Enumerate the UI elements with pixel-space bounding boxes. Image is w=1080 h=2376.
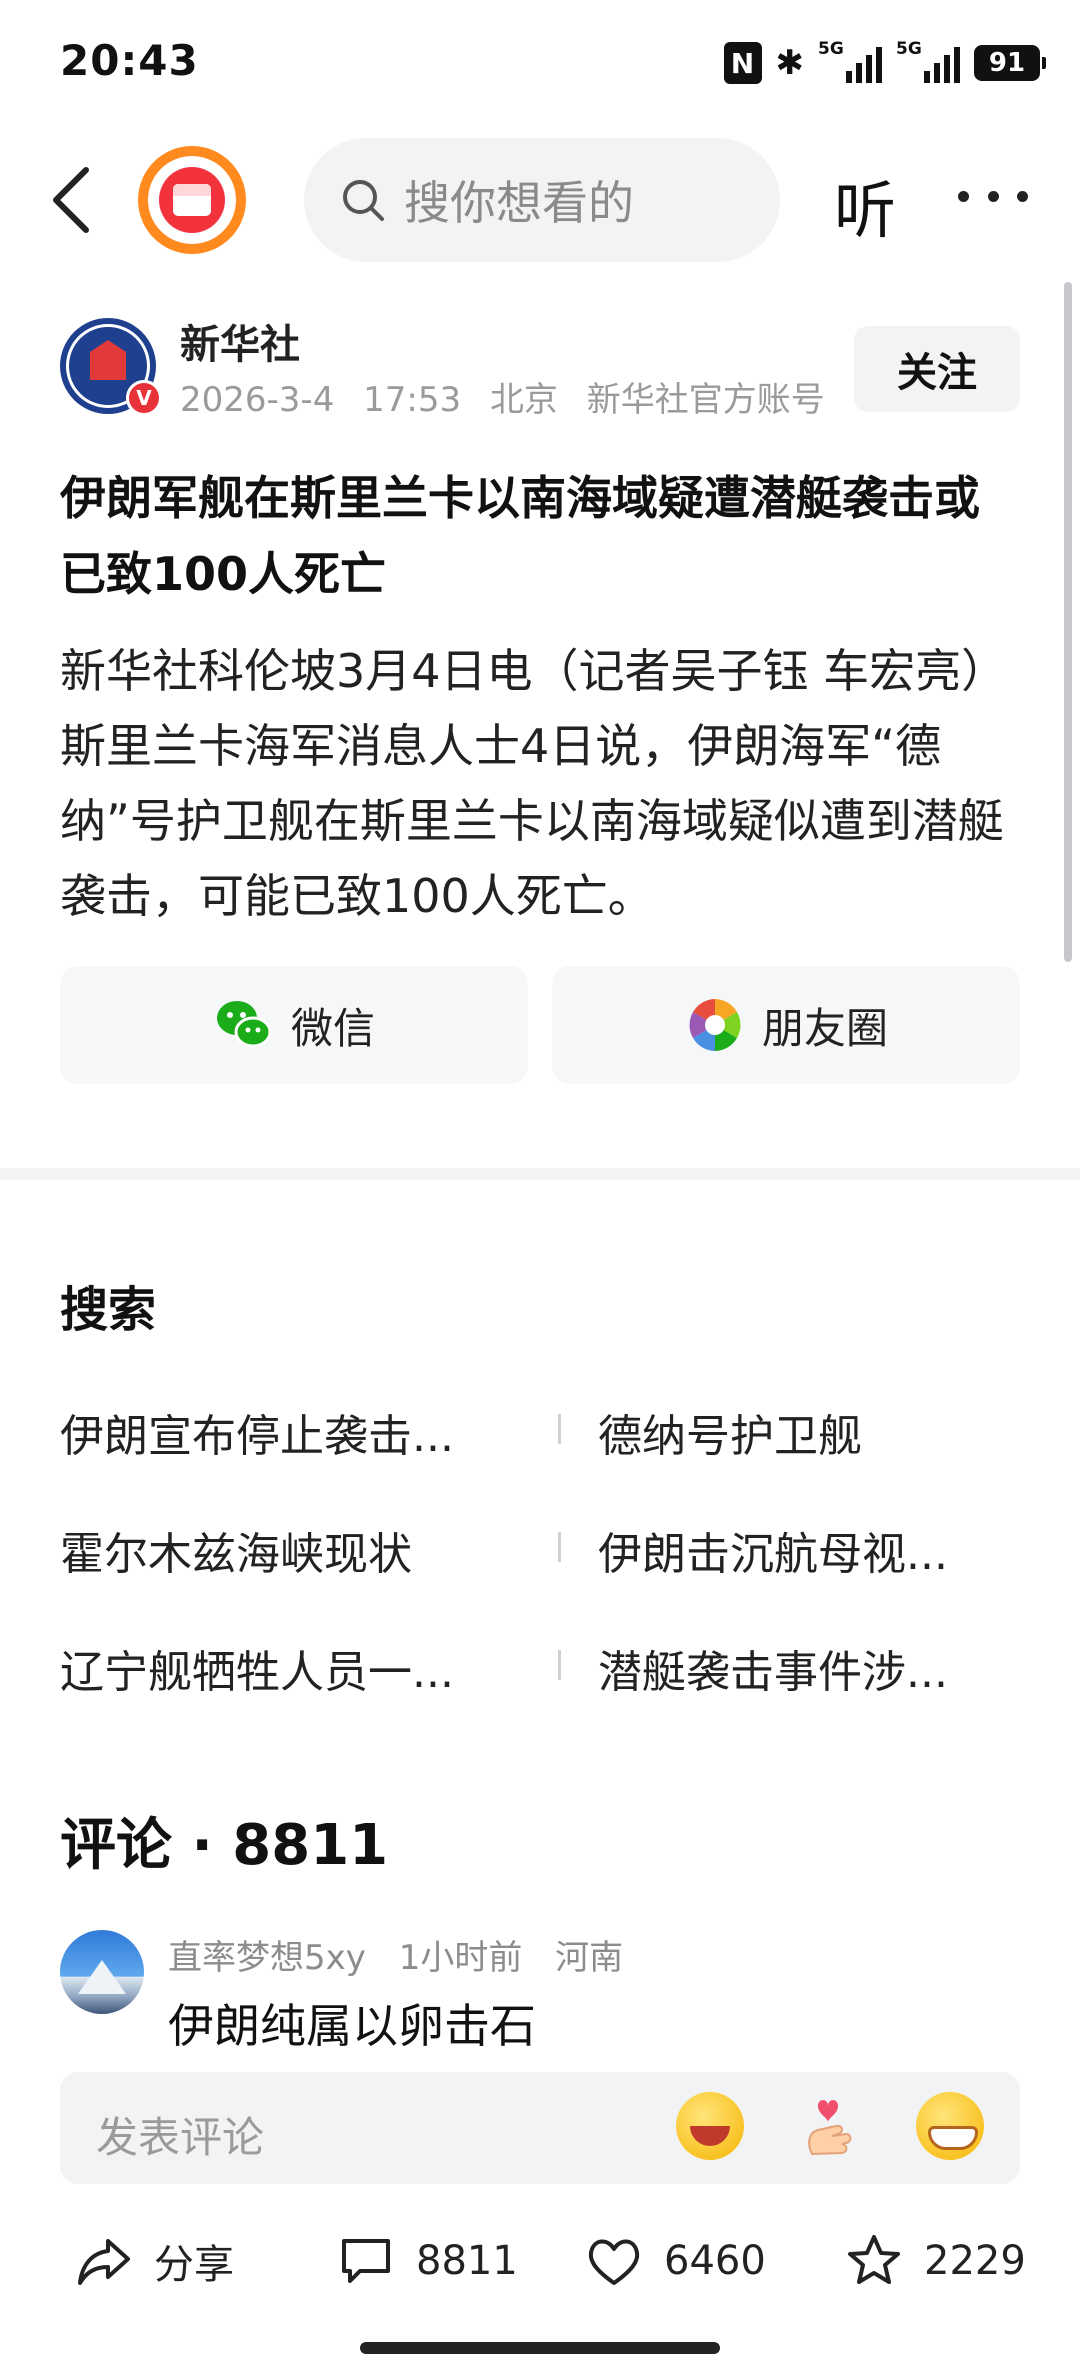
search-suggestion[interactable]: 伊朗宣布停止袭击... bbox=[60, 1400, 500, 1464]
wechat-icon bbox=[216, 1001, 272, 1048]
verified-badge: V bbox=[126, 380, 162, 416]
dot-icon bbox=[1017, 190, 1028, 202]
search-suggestion[interactable]: 霍尔木兹海峡现状 bbox=[60, 1518, 500, 1582]
top-nav: 搜你想看的 听 bbox=[0, 130, 1080, 270]
status-time: 20:43 bbox=[60, 36, 199, 85]
author-avatar[interactable]: V bbox=[60, 318, 162, 416]
author-meta: 2026-3-4 17:53 北京 新华社官方账号 bbox=[180, 372, 843, 421]
comment-input[interactable]: 发表评论 bbox=[60, 2072, 1020, 2184]
heart-icon bbox=[588, 2239, 640, 2285]
article-title: 伊朗军舰在斯里兰卡以南海域疑遭潜艇袭击或已致100人死亡 bbox=[60, 471, 980, 601]
like-button[interactable]: 6460 bbox=[584, 2226, 766, 2296]
search-section-title: 搜索 bbox=[60, 1282, 157, 1338]
wechat-label: 微信 bbox=[290, 1003, 375, 1053]
publish-time: 17:53 bbox=[363, 380, 462, 420]
search-placeholder: 搜你想看的 bbox=[404, 176, 634, 230]
like-count: 6460 bbox=[664, 2238, 766, 2284]
commenter-avatar[interactable] bbox=[60, 1930, 144, 2014]
share-moments-button[interactable]: 朋友圈 bbox=[552, 966, 1020, 1084]
search-suggestion[interactable]: 德纳号护卫舰 bbox=[598, 1400, 1038, 1464]
comment-meta: 直率梦想5xy 1小时前 河南 bbox=[168, 1930, 645, 1979]
bluetooth-icon: ✱ bbox=[775, 43, 805, 83]
comment-count: 8811 bbox=[416, 2238, 518, 2284]
grinning-emoji-icon[interactable] bbox=[916, 2092, 984, 2160]
share-icon bbox=[78, 2239, 130, 2285]
account-type: 新华社官方账号 bbox=[586, 380, 825, 420]
signal-label: 5G bbox=[818, 39, 844, 59]
signal-label: 5G bbox=[896, 39, 922, 59]
bottom-action-bar: 分享 8811 6460 2229 bbox=[0, 2212, 1080, 2312]
publish-date: 2026-3-4 bbox=[180, 380, 335, 420]
moments-icon bbox=[689, 999, 741, 1051]
finger-heart-icon bbox=[808, 2100, 852, 2156]
comment-placeholder: 发表评论 bbox=[96, 2113, 265, 2162]
section-divider bbox=[0, 1168, 1080, 1180]
laughing-emoji-icon[interactable] bbox=[676, 2092, 744, 2160]
listen-button[interactable]: 听 bbox=[834, 160, 896, 250]
share-button[interactable]: 分享 bbox=[74, 2226, 234, 2296]
home-indicator[interactable] bbox=[360, 2342, 720, 2354]
nfc-icon: N bbox=[723, 42, 762, 84]
comment-icon bbox=[342, 2239, 390, 2283]
commenter-name[interactable]: 直率梦想5xy bbox=[168, 1938, 366, 1978]
scrollbar[interactable] bbox=[1064, 282, 1072, 962]
more-options-button[interactable] bbox=[958, 166, 1028, 226]
back-button[interactable] bbox=[44, 160, 104, 240]
dot-icon bbox=[958, 190, 969, 202]
search-input[interactable]: 搜你想看的 bbox=[304, 138, 780, 262]
dot-icon bbox=[987, 190, 999, 202]
search-icon bbox=[343, 180, 384, 221]
search-suggestion[interactable]: 辽宁舰牺牲人员一... bbox=[60, 1636, 500, 1700]
search-suggestion[interactable]: 潜艇袭击事件涉... bbox=[598, 1636, 1038, 1700]
comment-button[interactable]: 8811 bbox=[336, 2226, 518, 2296]
moments-label: 朋友圈 bbox=[761, 1003, 888, 1053]
finger-heart-emoji-icon[interactable] bbox=[796, 2092, 864, 2160]
favorite-count: 2229 bbox=[924, 2238, 1026, 2284]
separator bbox=[558, 1414, 561, 1444]
separator bbox=[558, 1650, 561, 1680]
search-suggestion[interactable]: 伊朗击沉航母视... bbox=[598, 1518, 1038, 1582]
author-name[interactable]: 新华社 bbox=[180, 312, 300, 370]
signal-icon: 5G bbox=[896, 39, 960, 85]
separator bbox=[558, 1532, 561, 1562]
follow-button[interactable]: 关注 bbox=[854, 326, 1020, 412]
red-envelope-icon bbox=[159, 167, 225, 233]
favorite-button[interactable]: 2229 bbox=[844, 2226, 1026, 2296]
comment-time: 1小时前 bbox=[398, 1938, 523, 1978]
star-icon bbox=[848, 2235, 900, 2284]
share-label: 分享 bbox=[154, 2242, 234, 2288]
comment-location: 河南 bbox=[555, 1938, 624, 1978]
publish-location: 北京 bbox=[489, 380, 558, 420]
red-envelope-button[interactable] bbox=[138, 146, 246, 254]
signal-icon: 5G bbox=[818, 39, 882, 85]
comment-text: 伊朗纯属以卵击石 bbox=[168, 1999, 536, 2053]
battery-icon: 91 bbox=[974, 45, 1046, 81]
article-body: 新华社科伦坡3月4日电（记者吴子钰 车宏亮）斯里兰卡海军消息人士4日说，伊朗海军… bbox=[60, 644, 1008, 923]
back-arrow-icon bbox=[53, 167, 89, 233]
status-bar: 20:43 N ✱ 5G 5G 91 bbox=[0, 0, 1080, 120]
comments-title: 评论 · 8811 bbox=[60, 1813, 389, 1878]
status-icons: N ✱ 5G 5G 91 bbox=[723, 38, 1046, 88]
share-wechat-button[interactable]: 微信 bbox=[60, 966, 528, 1084]
